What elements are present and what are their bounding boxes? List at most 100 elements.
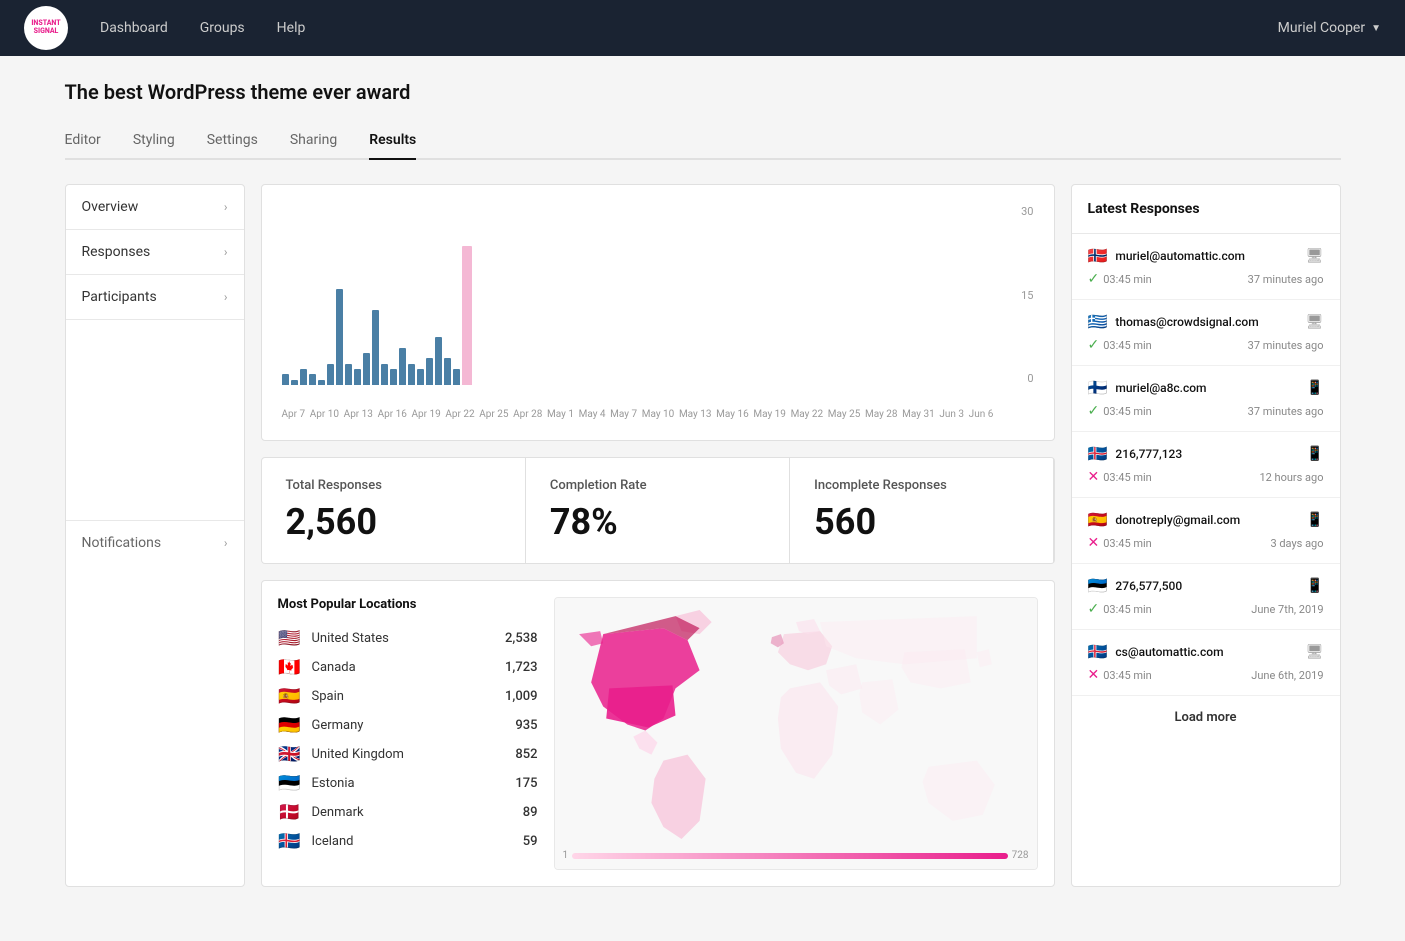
device-icon: 🖥 bbox=[1306, 248, 1324, 264]
location-item-gb: 🇬🇧 United Kingdom 852 bbox=[278, 740, 538, 769]
chevron-right-icon: › bbox=[224, 290, 228, 304]
chevron-down-icon: ▼ bbox=[1371, 23, 1381, 34]
location-item-ca: 🇨🇦 Canada 1,723 bbox=[278, 653, 538, 682]
response-top-3: 🇮🇸 216,777,123 📱 bbox=[1088, 444, 1324, 463]
duration-text: 03:45 min bbox=[1103, 669, 1152, 682]
bar-4[interactable] bbox=[318, 380, 325, 385]
bar-2[interactable] bbox=[300, 369, 307, 385]
location-count: 89 bbox=[523, 805, 538, 820]
bar-13[interactable] bbox=[399, 348, 406, 385]
flag-is-icon: 🇮🇸 bbox=[278, 831, 302, 852]
locations-title: Most Popular Locations bbox=[278, 597, 538, 612]
response-meta-3: ✕ 03:45 min 12 hours ago bbox=[1088, 469, 1324, 485]
flag-de-icon: 🇩🇪 bbox=[278, 715, 302, 736]
device-icon: 🖥 bbox=[1306, 314, 1324, 330]
response-item-1[interactable]: 🇬🇷 thomas@crowdsignal.com 🖥 ✓ 03:45 min … bbox=[1072, 300, 1340, 366]
status-err-icon: ✕ bbox=[1088, 469, 1100, 485]
sidebar-item-responses[interactable]: Responses › bbox=[66, 230, 244, 275]
locations-list: Most Popular Locations 🇺🇸 United States … bbox=[278, 597, 538, 870]
response-time: June 6th, 2019 bbox=[1251, 669, 1323, 682]
user-menu[interactable]: Muriel Cooper ▼ bbox=[1278, 20, 1381, 36]
location-name: Spain bbox=[312, 689, 496, 704]
bar-7[interactable] bbox=[345, 364, 352, 385]
location-count: 59 bbox=[523, 834, 538, 849]
sidebar: Overview › Responses › Participants › No… bbox=[65, 184, 245, 887]
stat-incomplete-value: 560 bbox=[814, 501, 1029, 543]
resp-flag-icon: 🇳🇴 bbox=[1088, 246, 1108, 265]
response-time: 3 days ago bbox=[1270, 537, 1323, 550]
bar-3[interactable] bbox=[309, 374, 316, 385]
bar-5[interactable] bbox=[327, 364, 334, 385]
bar-17[interactable] bbox=[435, 337, 442, 385]
bar-14[interactable] bbox=[408, 364, 415, 385]
bar-6[interactable] bbox=[336, 289, 343, 385]
tab-settings[interactable]: Settings bbox=[207, 124, 258, 160]
device-icon: 📱 bbox=[1306, 380, 1323, 396]
response-item-4[interactable]: 🇪🇸 donotreply@gmail.com 📱 ✕ 03:45 min 3 … bbox=[1072, 498, 1340, 564]
response-item-3[interactable]: 🇮🇸 216,777,123 📱 ✕ 03:45 min 12 hours ag… bbox=[1072, 432, 1340, 498]
location-count: 1,723 bbox=[505, 660, 537, 675]
bar-15[interactable] bbox=[417, 369, 424, 385]
sidebar-item-overview[interactable]: Overview › bbox=[66, 185, 244, 230]
response-email-row: 🇪🇸 donotreply@gmail.com bbox=[1088, 510, 1241, 529]
response-email: cs@automattic.com bbox=[1115, 645, 1223, 659]
tab-styling[interactable]: Styling bbox=[133, 124, 175, 160]
status-ok-icon: ✓ bbox=[1088, 601, 1100, 617]
bar-18[interactable] bbox=[444, 358, 451, 385]
response-email-row: 🇳🇴 muriel@automattic.com bbox=[1088, 246, 1246, 265]
response-email: thomas@crowdsignal.com bbox=[1115, 315, 1258, 329]
center-panel: 30 15 0 Apr 7 Apr 10 Apr 13 Apr 16 Apr 1… bbox=[261, 184, 1055, 887]
resp-flag-icon: 🇮🇸 bbox=[1088, 642, 1108, 661]
page: The best WordPress theme ever award Edit… bbox=[33, 56, 1373, 911]
page-title: The best WordPress theme ever award bbox=[65, 80, 1341, 104]
load-more-button[interactable]: Load more bbox=[1072, 696, 1340, 739]
device-icon: 🖥 bbox=[1306, 644, 1324, 660]
logo[interactable]: INSTANT SIGNAL bbox=[24, 6, 68, 50]
legend-max: 728 bbox=[1012, 850, 1029, 861]
sidebar-item-participants[interactable]: Participants › bbox=[66, 275, 244, 320]
nav-groups[interactable]: Groups bbox=[200, 20, 245, 36]
response-item-0[interactable]: 🇳🇴 muriel@automattic.com 🖥 ✓ 03:45 min 3… bbox=[1072, 234, 1340, 300]
bar-16[interactable] bbox=[426, 358, 433, 385]
nav-help[interactable]: Help bbox=[277, 20, 306, 36]
tab-results[interactable]: Results bbox=[369, 124, 416, 160]
chevron-right-icon: › bbox=[224, 245, 228, 259]
chart-card: 30 15 0 Apr 7 Apr 10 Apr 13 Apr 16 Apr 1… bbox=[261, 184, 1055, 441]
duration-text: 03:45 min bbox=[1103, 339, 1152, 352]
bar-11[interactable] bbox=[381, 364, 388, 385]
response-item-5[interactable]: 🇪🇪 276,577,500 📱 ✓ 03:45 min June 7th, 2… bbox=[1072, 564, 1340, 630]
response-email: donotreply@gmail.com bbox=[1115, 513, 1240, 527]
stat-completion-value: 78% bbox=[550, 501, 765, 543]
tab-sharing[interactable]: Sharing bbox=[290, 124, 337, 160]
bar-20[interactable] bbox=[462, 246, 472, 385]
main-content: Overview › Responses › Participants › No… bbox=[65, 184, 1341, 887]
bar-12[interactable] bbox=[390, 369, 397, 385]
response-meta-5: ✓ 03:45 min June 7th, 2019 bbox=[1088, 601, 1324, 617]
device-icon: 📱 bbox=[1306, 578, 1323, 594]
bar-19[interactable] bbox=[453, 369, 460, 385]
location-count: 935 bbox=[515, 718, 537, 733]
sidebar-item-notifications[interactable]: Notifications › bbox=[66, 520, 244, 565]
response-meta-1: ✓ 03:45 min 37 minutes ago bbox=[1088, 337, 1324, 353]
response-top-2: 🇫🇮 muriel@a8c.com 📱 bbox=[1088, 378, 1324, 397]
response-top-4: 🇪🇸 donotreply@gmail.com 📱 bbox=[1088, 510, 1324, 529]
tab-editor[interactable]: Editor bbox=[65, 124, 101, 160]
nav-dashboard[interactable]: Dashboard bbox=[100, 20, 168, 36]
responses-panel: Latest Responses 🇳🇴 muriel@automattic.co… bbox=[1071, 184, 1341, 887]
locations-row: Most Popular Locations 🇺🇸 United States … bbox=[261, 580, 1055, 887]
status-err-icon: ✕ bbox=[1088, 535, 1100, 551]
bar-0[interactable] bbox=[282, 374, 289, 385]
response-top-6: 🇮🇸 cs@automattic.com 🖥 bbox=[1088, 642, 1324, 661]
bar-9[interactable] bbox=[363, 353, 370, 385]
stat-completion-rate: Completion Rate 78% bbox=[526, 458, 789, 563]
bar-8[interactable] bbox=[354, 369, 361, 385]
bar-1[interactable] bbox=[291, 380, 298, 385]
bar-chart: 30 15 0 bbox=[282, 205, 1034, 405]
response-item-6[interactable]: 🇮🇸 cs@automattic.com 🖥 ✕ 03:45 min June … bbox=[1072, 630, 1340, 696]
bar-10[interactable] bbox=[372, 310, 379, 385]
response-meta-4: ✕ 03:45 min 3 days ago bbox=[1088, 535, 1324, 551]
response-item-2[interactable]: 🇫🇮 muriel@a8c.com 📱 ✓ 03:45 min 37 minut… bbox=[1072, 366, 1340, 432]
chart-x-labels: Apr 7 Apr 10 Apr 13 Apr 16 Apr 19 Apr 22… bbox=[282, 409, 1034, 420]
duration-text: 03:45 min bbox=[1103, 405, 1152, 418]
flag-es-icon: 🇪🇸 bbox=[278, 686, 302, 707]
